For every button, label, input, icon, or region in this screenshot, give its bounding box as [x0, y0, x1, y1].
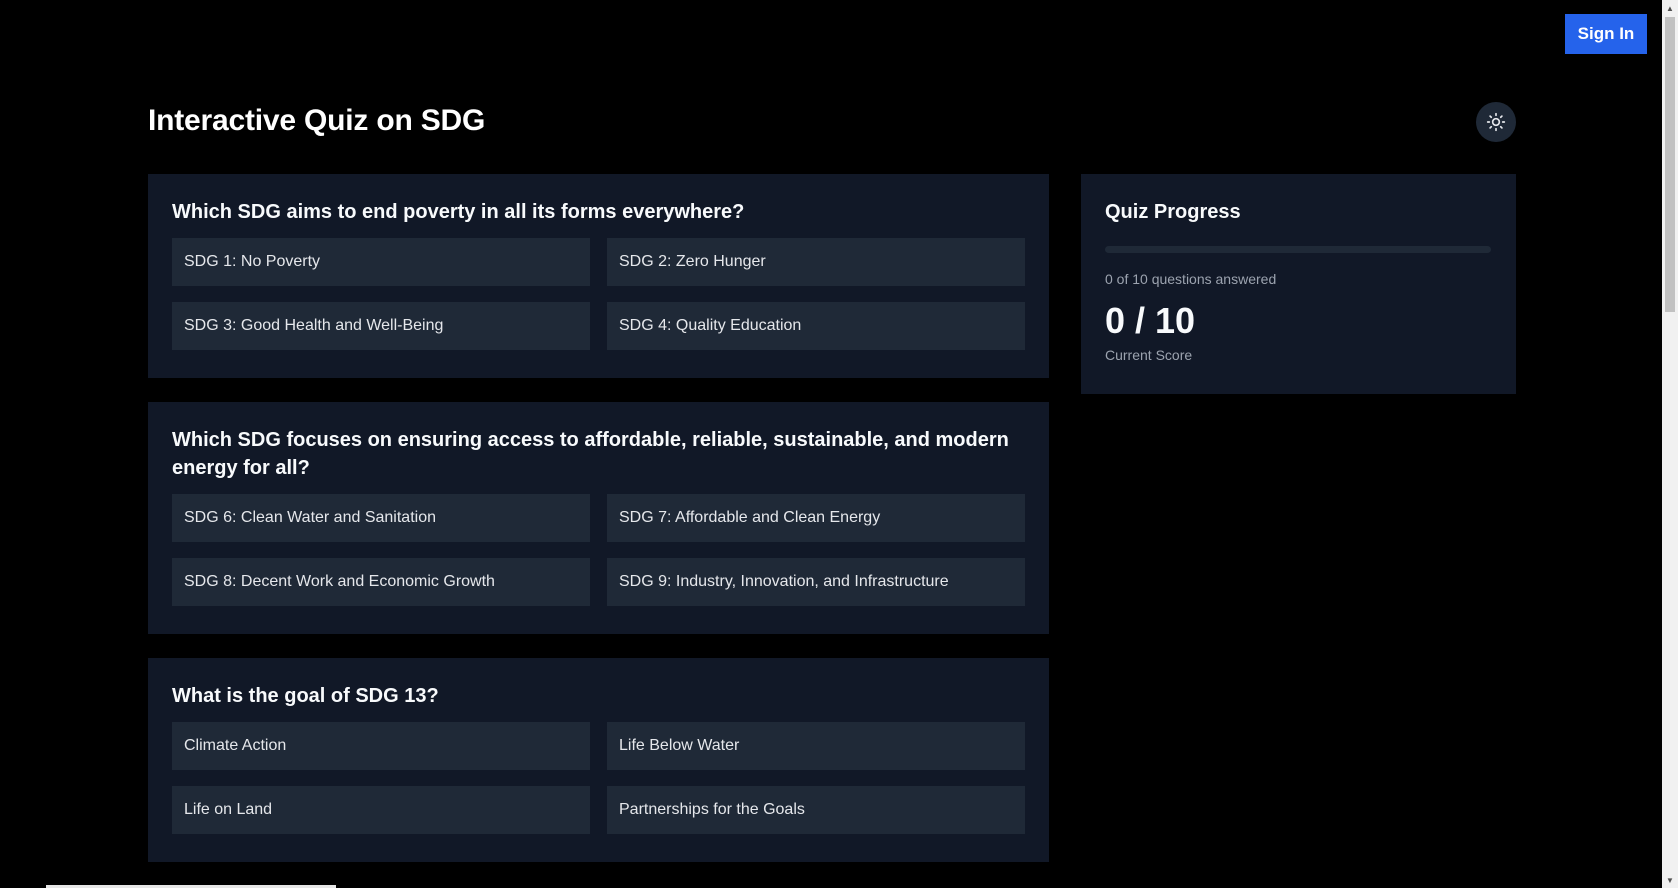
- question-card: Which SDG aims to end poverty in all its…: [148, 174, 1049, 378]
- answer-option[interactable]: Partnerships for the Goals: [607, 786, 1025, 834]
- answer-option[interactable]: SDG 6: Clean Water and Sanitation: [172, 494, 590, 542]
- page-title: Interactive Quiz on SDG: [148, 104, 486, 137]
- answer-option[interactable]: SDG 9: Industry, Innovation, and Infrast…: [607, 558, 1025, 606]
- question-text: What is the goal of SDG 13?: [172, 685, 439, 707]
- answer-option[interactable]: SDG 1: No Poverty: [172, 238, 590, 286]
- answer-option[interactable]: SDG 4: Quality Education: [607, 302, 1025, 350]
- answer-option[interactable]: Life on Land: [172, 786, 590, 834]
- vertical-scrollbar[interactable]: ▲ ▼: [1662, 0, 1678, 888]
- answer-options: SDG 6: Clean Water and Sanitation SDG 7:…: [172, 494, 1025, 606]
- answer-option[interactable]: Climate Action: [172, 722, 590, 770]
- quiz-progress-panel: Quiz Progress 0 of 10 questions answered…: [1081, 174, 1516, 394]
- answer-option[interactable]: SDG 8: Decent Work and Economic Growth: [172, 558, 590, 606]
- sign-in-button[interactable]: Sign In: [1565, 14, 1647, 54]
- progress-title: Quiz Progress: [1105, 201, 1241, 223]
- score-value: 0 / 10: [1105, 300, 1196, 341]
- progress-status: 0 of 10 questions answered: [1105, 271, 1277, 287]
- question-card: What is the goal of SDG 13? Climate Acti…: [148, 658, 1049, 862]
- scroll-down-arrow-icon[interactable]: ▼: [1662, 872, 1678, 888]
- progress-bar: [1105, 246, 1491, 253]
- page: Sign In Interactive Quiz on SDG Which SD…: [0, 0, 1662, 888]
- answer-option[interactable]: SDG 3: Good Health and Well-Being: [172, 302, 590, 350]
- answer-option[interactable]: SDG 2: Zero Hunger: [607, 238, 1025, 286]
- theme-toggle-button[interactable]: [1476, 102, 1516, 142]
- answer-options: Climate Action Life Below Water Life on …: [172, 722, 1025, 834]
- question-text: Which SDG focuses on ensuring access to …: [172, 429, 1009, 479]
- scroll-up-arrow-icon[interactable]: ▲: [1662, 0, 1678, 16]
- sun-icon: [1486, 112, 1506, 132]
- answer-option[interactable]: Life Below Water: [607, 722, 1025, 770]
- question-card: Which SDG focuses on ensuring access to …: [148, 402, 1049, 634]
- score-label: Current Score: [1105, 347, 1193, 363]
- answer-option[interactable]: SDG 7: Affordable and Clean Energy: [607, 494, 1025, 542]
- answer-options: SDG 1: No Poverty SDG 2: Zero Hunger SDG…: [172, 238, 1025, 350]
- question-text: Which SDG aims to end poverty in all its…: [172, 201, 745, 223]
- scrollbar-thumb[interactable]: [1665, 17, 1675, 312]
